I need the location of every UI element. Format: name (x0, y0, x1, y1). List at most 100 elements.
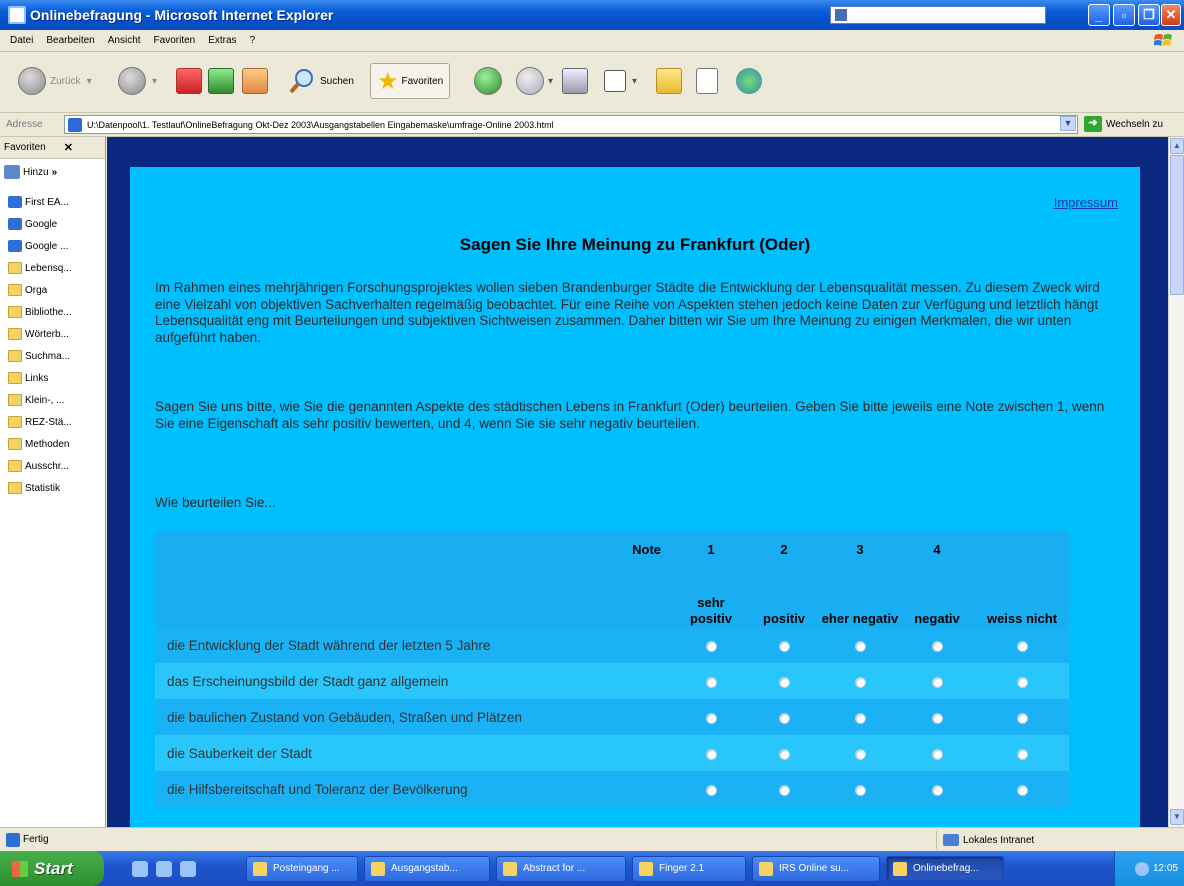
rating-radio[interactable] (931, 640, 943, 652)
rating-radio[interactable] (778, 640, 790, 652)
favorite-item[interactable]: Google ... (0, 235, 105, 257)
rating-radio[interactable] (705, 784, 717, 796)
print-button[interactable] (562, 63, 588, 99)
rating-radio[interactable] (854, 640, 866, 652)
menu-favoriten[interactable]: Favoriten (154, 35, 196, 46)
taskbar-button[interactable]: Posteingang ... (246, 855, 358, 882)
scroll-up-icon[interactable]: ▲ (1170, 138, 1184, 154)
rating-radio[interactable] (931, 712, 943, 724)
ie-quick-icon[interactable] (156, 860, 172, 877)
favorite-item[interactable]: Links (0, 367, 105, 389)
rating-radio[interactable] (1016, 784, 1028, 796)
favorite-item[interactable]: Wörterb... (0, 323, 105, 345)
messenger-button[interactable] (736, 63, 762, 99)
taskbar-button-label: Finger 2.1 (659, 863, 705, 874)
home-button[interactable] (242, 63, 268, 99)
rating-radio[interactable] (1016, 676, 1028, 688)
rating-radio[interactable] (778, 784, 790, 796)
edit-button[interactable]: ▾ (604, 63, 637, 99)
search-button[interactable]: Suchen (288, 63, 354, 99)
maximize-button[interactable]: ▫ (1113, 4, 1135, 26)
favorite-label: Google ... (25, 240, 69, 252)
favorite-item[interactable]: Bibliothe... (0, 301, 105, 323)
rating-radio[interactable] (854, 748, 866, 760)
go-button[interactable]: ➜ Wechseln zu (1084, 116, 1163, 132)
folder-icon (8, 306, 22, 318)
status-bar: Fertig Lokales Intranet (0, 827, 1184, 851)
rating-radio[interactable] (1016, 640, 1028, 652)
folder-icon (8, 482, 22, 494)
address-label: Adresse (6, 119, 43, 130)
address-input[interactable]: U:\Datenpool\1. Testlauf\OnlineBefragung… (64, 115, 1078, 134)
rating-radio[interactable] (931, 676, 943, 688)
rating-radio[interactable] (778, 748, 790, 760)
intranet-icon (943, 834, 959, 846)
rating-radio[interactable] (854, 712, 866, 724)
taskbar-button[interactable]: IRS Online su... (752, 855, 880, 882)
restore-button[interactable]: ❐ (1138, 4, 1160, 26)
favorite-item[interactable]: Ausschr... (0, 455, 105, 477)
favorite-item[interactable]: Lebensq... (0, 257, 105, 279)
rating-radio[interactable] (931, 748, 943, 760)
menu-extras[interactable]: Extras (208, 35, 236, 46)
favorite-item[interactable]: Google (0, 213, 105, 235)
app-icon (759, 861, 773, 876)
question-label: die baulichen Zustand von Gebäuden, Stra… (155, 699, 675, 735)
question-label: die Sauberkeit der Stadt (155, 735, 675, 771)
menu-datei[interactable]: Datei (10, 35, 33, 46)
add-favorite-button[interactable]: Hinzu » (0, 159, 105, 185)
page-title: Sagen Sie Ihre Meinung zu Frankfurt (Ode… (459, 235, 811, 254)
favorite-item[interactable]: REZ-Stä... (0, 411, 105, 433)
refresh-button[interactable] (208, 63, 234, 99)
rating-radio[interactable] (1016, 748, 1028, 760)
start-button[interactable]: Start (0, 851, 104, 886)
desktop-icon[interactable] (180, 860, 196, 877)
address-dropdown-icon[interactable]: ▼ (1060, 116, 1076, 131)
menu-ansicht[interactable]: Ansicht (108, 35, 141, 46)
forward-button[interactable]: ▾ (118, 63, 157, 99)
rating-radio[interactable] (778, 676, 790, 688)
close-button[interactable]: ✕ (1161, 4, 1181, 26)
rating-radio[interactable] (854, 784, 866, 796)
title-bar-tray (830, 6, 1046, 24)
rating-radio[interactable] (705, 676, 717, 688)
taskbar-button[interactable]: Ausgangstab... (364, 855, 490, 882)
stop-button[interactable] (176, 63, 202, 99)
rating-radio[interactable] (705, 640, 717, 652)
taskbar-button[interactable]: Onlinebefrag... (886, 855, 1004, 882)
taskbar-button[interactable]: Finger 2.1 (632, 855, 746, 882)
scroll-thumb[interactable] (1170, 155, 1184, 295)
research-button[interactable] (696, 63, 718, 99)
favorite-item[interactable]: First EA... (0, 191, 105, 213)
rating-radio[interactable] (705, 712, 717, 724)
favorite-item[interactable]: Methoden (0, 433, 105, 455)
impressum-link[interactable]: Impressum (1054, 195, 1118, 210)
back-button[interactable]: Zurück ▾ (18, 63, 92, 99)
minimize-button[interactable]: _ (1088, 4, 1110, 26)
scroll-down-icon[interactable]: ▼ (1170, 809, 1184, 825)
menu-help[interactable]: ? (250, 35, 256, 46)
rating-radio[interactable] (854, 676, 866, 688)
vertical-scrollbar[interactable]: ▲ ▼ (1168, 137, 1184, 827)
question-rows: die Entwicklung der Stadt während der le… (155, 627, 1069, 807)
column-label: negativ (899, 567, 975, 627)
favorite-item[interactable]: Klein-, ... (0, 389, 105, 411)
menu-bearbeiten[interactable]: Bearbeiten (46, 35, 94, 46)
favorite-item[interactable]: Suchma... (0, 345, 105, 367)
taskbar-button[interactable]: Abstract for ... (496, 855, 626, 882)
favorite-item[interactable]: Statistik (0, 477, 105, 499)
outlook-icon[interactable] (132, 860, 148, 877)
folder-button[interactable] (656, 63, 682, 99)
history-button[interactable] (474, 63, 502, 99)
rating-radio[interactable] (1016, 712, 1028, 724)
rating-radio[interactable] (705, 748, 717, 760)
rating-radio[interactable] (931, 784, 943, 796)
mail-button[interactable]: ▾ (516, 63, 553, 99)
tray-network-icon[interactable] (1134, 861, 1149, 876)
go-arrow-icon: ➜ (1084, 116, 1102, 132)
quick-launch (132, 860, 240, 877)
close-icon[interactable]: ✕ (64, 141, 73, 154)
favorite-item[interactable]: Orga (0, 279, 105, 301)
rating-radio[interactable] (778, 712, 790, 724)
favorites-button[interactable]: ★ Favoriten (370, 63, 451, 99)
